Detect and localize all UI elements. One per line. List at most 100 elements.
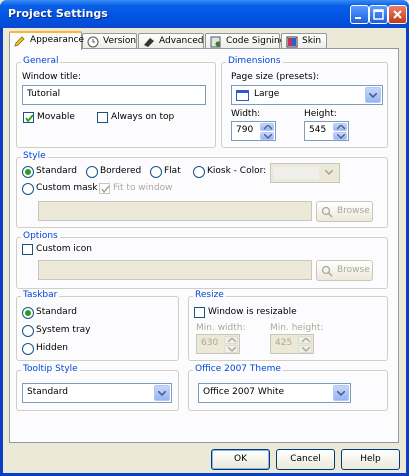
taskbar-hidden-label: Hidden [36,343,68,353]
custom-mask-path-input[interactable] [38,201,312,221]
close-icon [393,10,402,19]
minimize-button[interactable] [350,5,369,24]
tab-appearance[interactable]: Appearance [9,31,84,50]
maximize-button[interactable] [369,5,388,24]
width-down-button[interactable] [260,132,274,140]
always-on-top-checkbox[interactable] [97,112,108,123]
style-custom-mask-radio[interactable] [22,183,34,195]
title-bar[interactable]: Project Settings [0,0,409,28]
options-title: Options [21,231,60,241]
kiosk-color-select[interactable] [270,163,340,183]
chevron-down-icon [369,93,377,98]
pencil-icon [14,36,25,47]
certificate-icon [210,36,221,48]
page-size-label: Page size (presets): [231,72,320,82]
min-width-up-button[interactable] [224,336,238,344]
window-title-label: Window title: [22,72,81,82]
options-browse-button[interactable]: Browse [316,260,373,281]
movable-label: Movable [37,112,75,122]
height-label: Height: [304,109,337,119]
min-width-down-button[interactable] [224,345,238,353]
office-theme-group: Office 2007 Theme Office 2007 White [188,364,388,411]
height-up-button[interactable] [333,123,347,131]
tooltip-style-select[interactable]: Standard [22,383,172,403]
cancel-button[interactable]: Cancel [276,449,335,470]
tooltip-style-dropdown-button[interactable] [154,385,170,401]
browse-icon [321,206,333,218]
fit-to-window-label: Fit to window [113,183,173,193]
min-height-input[interactable]: 425 [270,334,314,354]
style-kiosk-radio[interactable] [193,166,205,178]
chevron-down-icon [264,134,272,139]
office-theme-select[interactable]: Office 2007 White [198,383,351,403]
chevron-down-icon [158,391,166,396]
tab-advanced[interactable]: Advanced [138,33,204,49]
checkmark-icon [101,185,110,194]
min-height-down-button[interactable] [298,345,312,353]
close-button[interactable] [388,5,407,24]
chevron-up-icon [264,125,272,130]
kiosk-color-dropdown-button[interactable] [322,165,338,181]
height-spinner[interactable] [332,122,348,142]
style-group: Style Standard Bordered Flat Kiosk - Col… [16,151,388,228]
browse-icon [321,265,333,277]
style-bordered-radio[interactable] [86,166,98,178]
movable-checkbox[interactable] [23,112,34,123]
custom-mask-label: Custom mask [36,183,98,193]
window-icon [236,90,249,101]
min-width-spinner[interactable] [223,335,239,355]
width-spinner[interactable] [259,122,275,142]
chevron-down-icon [337,391,345,396]
window-title-input[interactable]: Tutorial [22,85,206,105]
fit-to-window-checkbox[interactable] [99,183,110,194]
style-kiosk-label: Kiosk - Color: [207,166,267,176]
width-up-button[interactable] [260,123,274,131]
dimensions-title: Dimensions [226,56,283,66]
resizable-checkbox[interactable] [194,307,205,318]
ok-button[interactable]: OK [211,449,270,470]
custom-icon-checkbox[interactable] [22,244,33,255]
chevron-down-icon [302,347,310,352]
tab-version[interactable]: Version [82,33,137,49]
general-group: General Window title: Tutorial Movable A… [16,56,216,148]
width-input[interactable]: 790 [231,121,276,141]
min-height-spinner[interactable] [297,335,313,355]
maximize-icon [373,9,384,20]
advanced-icon [144,38,154,47]
chevron-up-icon [302,338,310,343]
office-theme-dropdown-button[interactable] [333,385,349,401]
taskbar-standard-label: Standard [36,307,77,317]
taskbar-standard-radio[interactable] [22,307,34,319]
tab-code-signing[interactable]: Code Signing [205,33,285,49]
style-bordered-label: Bordered [100,166,142,176]
taskbar-system-tray-label: System tray [36,325,91,335]
checkmark-icon [25,114,34,123]
page-size-dropdown-button[interactable] [365,87,381,103]
style-standard-radio[interactable] [22,166,34,178]
custom-icon-label: Custom icon [36,244,92,254]
resize-group: Resize Window is resizable Min. width: 6… [188,290,388,361]
resize-title: Resize [193,290,226,300]
custom-icon-path-input[interactable] [38,260,312,280]
height-down-button[interactable] [333,132,347,140]
taskbar-hidden-radio[interactable] [22,343,34,355]
min-height-up-button[interactable] [298,336,312,344]
taskbar-system-tray-radio[interactable] [22,325,34,337]
dimensions-group: Dimensions Page size (presets): Large Wi… [221,56,388,148]
chevron-down-icon [337,134,345,139]
min-width-label: Min. width: [196,323,246,333]
office-theme-title: Office 2007 Theme [193,364,283,374]
min-width-input[interactable]: 630 [196,334,240,354]
style-flat-radio[interactable] [150,166,162,178]
taskbar-title: Taskbar [21,290,60,300]
window-title: Project Settings [8,7,108,20]
style-browse-button[interactable]: Browse [316,201,373,222]
min-height-label: Min. height: [270,323,324,333]
help-button[interactable]: Help [341,449,400,470]
tab-skin[interactable]: Skin [281,33,327,49]
page-size-select[interactable]: Large [231,85,383,105]
width-label: Width: [231,109,261,119]
style-title: Style [21,151,48,161]
height-input[interactable]: 545 [304,121,349,141]
chevron-up-icon [337,125,345,130]
